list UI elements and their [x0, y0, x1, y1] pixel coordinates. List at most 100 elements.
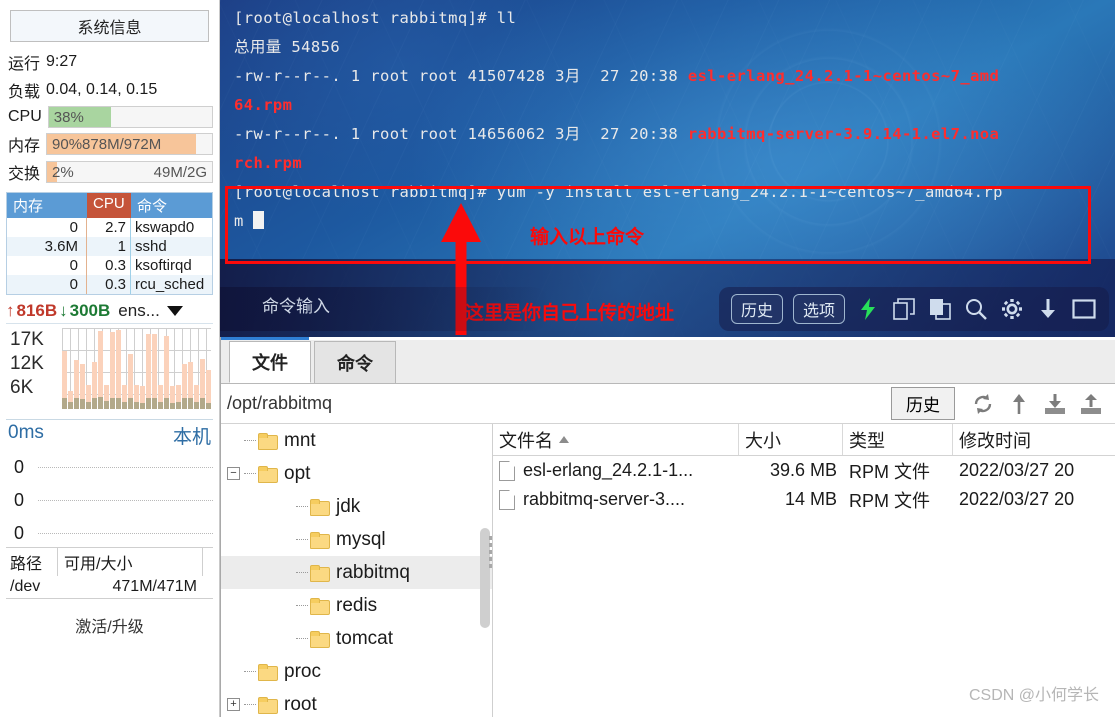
disk-col-path[interactable]: 路径	[6, 548, 58, 576]
process-row[interactable]: 0 0.3 rcu_sched	[7, 275, 212, 294]
collapse-icon[interactable]: −	[227, 467, 240, 480]
process-mem: 0	[7, 218, 87, 237]
graph-y-label-1: 12K	[10, 352, 44, 374]
gear-icon[interactable]	[999, 296, 1025, 322]
file-row[interactable]: esl-erlang_24.2.1-1... 39.6 MB RPM 文件 2022/…	[493, 456, 1115, 485]
sparkline-bar	[140, 386, 145, 409]
terminal-line: 64.rpm	[234, 91, 292, 120]
search-icon[interactable]	[963, 296, 989, 322]
window-icon[interactable]	[1071, 296, 1097, 322]
sparkline-bar	[110, 332, 115, 409]
sparkline-bar	[164, 336, 169, 409]
download-icon[interactable]	[1035, 296, 1061, 322]
latency-row: 0	[6, 517, 213, 550]
sparkline-bar	[116, 330, 121, 409]
disk-table-header: 路径 可用/大小	[6, 548, 213, 576]
process-row[interactable]: 0 2.7 kswapd0	[7, 218, 212, 237]
upload-arrow-icon[interactable]	[1004, 389, 1034, 419]
process-cpu: 1	[87, 237, 131, 256]
tree-item-mnt[interactable]: mnt	[221, 424, 492, 457]
system-info-button[interactable]: 系统信息	[10, 10, 209, 42]
disk-table: 路径 可用/大小 /dev 471M/471M	[6, 547, 213, 599]
col-filename[interactable]: 文件名	[493, 424, 739, 455]
directory-tree[interactable]: mnt − opt jdk mysql rabbitmq redis tomcat proc + r…	[221, 424, 493, 717]
upload-file-icon[interactable]	[1076, 389, 1106, 419]
tree-connector	[244, 440, 256, 441]
col-type[interactable]: 类型	[843, 424, 953, 455]
tree-item-rabbitmq[interactable]: rabbitmq	[221, 556, 492, 589]
process-col-cmd[interactable]: 命令	[131, 193, 212, 218]
tree-item-label: redis	[336, 594, 378, 616]
memory-value-text: 878M/972M	[82, 135, 162, 153]
disk-table-body: /dev 471M/471M	[6, 576, 213, 598]
tree-item-opt[interactable]: − opt	[221, 457, 492, 490]
uptime-row: 运行 9:27	[0, 48, 219, 76]
annotation-note-top: 输入以上命令	[530, 227, 645, 248]
tree-item-proc[interactable]: proc	[221, 655, 492, 688]
tree-item-mysql[interactable]: mysql	[221, 523, 492, 556]
col-mtime[interactable]: 修改时间	[953, 424, 1115, 455]
tree-connector	[244, 671, 256, 672]
network-interface-name: ens...	[118, 301, 160, 320]
load-value: 0.04, 0.14, 0.15	[46, 81, 158, 98]
process-cmd: sshd	[135, 238, 167, 255]
lightning-icon[interactable]	[855, 296, 881, 322]
paste-icon[interactable]	[927, 296, 953, 322]
upload-arrow-icon: ↑	[6, 301, 15, 320]
activate-upgrade-link[interactable]: 激活/升级	[0, 599, 219, 637]
sparkline-bar-base	[176, 401, 181, 409]
tree-connector	[296, 572, 308, 573]
sparkline-bar	[62, 350, 67, 409]
file-name-cell: esl-erlang_24.2.1-1...	[493, 460, 739, 481]
process-row[interactable]: 0 0.3 ksoftirqd	[7, 256, 212, 275]
chevron-down-icon[interactable]	[166, 306, 183, 316]
folder-icon	[310, 532, 330, 549]
sparkline-bar-base	[68, 401, 73, 409]
sparkline-bar	[206, 370, 211, 409]
system-info-label: 系统信息	[77, 20, 142, 37]
terminal-text-segment: -rw-r--r--. 1 root root 41507428 3月 27 2…	[234, 67, 688, 85]
tab-commands[interactable]: 命令	[314, 341, 396, 383]
folder-icon	[258, 697, 278, 714]
tree-item-redis[interactable]: redis	[221, 589, 492, 622]
disk-row[interactable]: /dev 471M/471M	[6, 576, 213, 598]
file-history-button[interactable]: 历史	[891, 387, 955, 420]
process-table: 内存 CPU 命令 0 2.7 kswapd0 3.6M 1 sshd 0 0.3 ksofti…	[6, 192, 213, 295]
copy-icon[interactable]	[891, 296, 917, 322]
terminal-history-button[interactable]: 历史	[730, 294, 783, 324]
annotation-box	[225, 186, 1091, 264]
process-cmd: rcu_sched	[135, 276, 205, 293]
file-list[interactable]: 文件名 大小 类型 修改时间 esl-erlang_24.2.1-1... 39.…	[493, 424, 1115, 717]
disk-col-freesize[interactable]: 可用/大小	[58, 548, 203, 576]
tree-item-label: opt	[284, 462, 311, 484]
expand-icon[interactable]: +	[227, 698, 240, 711]
file-row[interactable]: rabbitmq-server-3.... 14 MB RPM 文件 2022/03/…	[493, 485, 1115, 514]
process-col-cpu[interactable]: CPU	[87, 193, 131, 218]
network-sparkline-bars	[62, 328, 211, 409]
refresh-icon[interactable]	[968, 389, 998, 419]
tree-item-root[interactable]: + root	[221, 688, 492, 717]
process-row[interactable]: 3.6M 1 sshd	[7, 237, 212, 256]
sparkline-bar-base	[104, 400, 109, 409]
folder-icon	[258, 433, 278, 450]
file-name-text: esl-erlang_24.2.1-1...	[523, 460, 694, 480]
path-input[interactable]: /opt/rabbitmq	[227, 393, 891, 414]
sparkline-bar-base	[134, 401, 139, 409]
tree-item-jdk[interactable]: jdk	[221, 490, 492, 523]
process-mem: 3.6M	[7, 237, 87, 256]
terminal-panel[interactable]: [root@localhost rabbitmq]# ll 总用量 54856 -r…	[220, 0, 1115, 337]
sparkline-bar	[92, 362, 97, 409]
sparkline-bar-base	[128, 397, 133, 409]
download-file-icon[interactable]	[1040, 389, 1070, 419]
folder-icon	[310, 499, 330, 516]
terminal-options-button[interactable]: 选项	[792, 294, 845, 324]
sparkline-bar-base	[188, 398, 193, 409]
process-col-mem[interactable]: 内存	[7, 193, 87, 218]
tab-files[interactable]: 文件	[229, 341, 311, 383]
sparkline-bar-base	[122, 401, 127, 409]
col-size[interactable]: 大小	[739, 424, 843, 455]
memory-row: 内存 90% 878M/972M	[0, 130, 219, 158]
sparkline-bar	[146, 333, 151, 409]
tree-item-tomcat[interactable]: tomcat	[221, 622, 492, 655]
command-input-field[interactable]: 命令输入	[262, 292, 330, 317]
